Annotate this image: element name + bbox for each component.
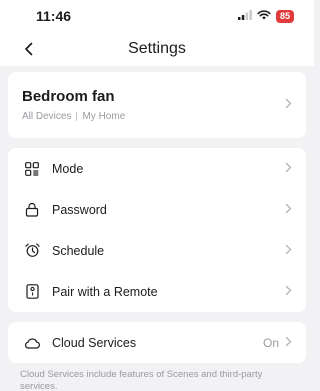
device-location: All Devices My Home xyxy=(22,111,125,122)
device-name: Bedroom fan xyxy=(22,88,115,105)
page-title: Settings xyxy=(128,40,186,57)
chevron-right-icon xyxy=(285,203,292,217)
chevron-right-icon xyxy=(285,98,292,112)
chevron-right-icon xyxy=(285,336,292,350)
settings-menu: Mode Password Schedule Pair with a Remot… xyxy=(8,148,306,312)
signal-icon xyxy=(237,7,252,25)
chevron-left-icon xyxy=(25,42,33,56)
remote-icon xyxy=(24,284,40,300)
location-divider xyxy=(76,112,78,121)
menu-item-cloud-services[interactable]: Cloud Services On xyxy=(8,322,306,363)
back-button[interactable] xyxy=(20,40,38,58)
menu-item-schedule[interactable]: Schedule xyxy=(8,230,306,271)
menu-item-label: Schedule xyxy=(52,243,105,258)
chevron-right-icon xyxy=(285,285,292,299)
menu-item-password[interactable]: Password xyxy=(8,189,306,230)
chevron-right-icon xyxy=(285,244,292,258)
cloud-icon xyxy=(24,335,40,351)
menu-item-label: Mode xyxy=(52,161,84,176)
lock-icon xyxy=(24,202,40,218)
grid-list-icon xyxy=(24,161,40,177)
battery-icon: 85 xyxy=(275,9,294,23)
device-card[interactable]: Bedroom fan All Devices My Home xyxy=(8,72,306,138)
menu-item-label: Password xyxy=(52,202,107,217)
status-time: 11:46 xyxy=(36,8,72,24)
device-location-secondary: My Home xyxy=(82,111,126,122)
menu-item-label: Pair with a Remote xyxy=(52,284,158,299)
menu-item-label: Cloud Services xyxy=(52,335,137,350)
navigation-bar: Settings xyxy=(0,32,314,66)
cloud-services-status: On xyxy=(262,335,279,350)
cloud-services-card: Cloud Services On xyxy=(8,322,306,363)
chevron-right-icon xyxy=(285,162,292,176)
cloud-services-note: Cloud Services include features of Scene… xyxy=(20,369,263,391)
alarm-clock-icon xyxy=(24,243,40,259)
device-location-primary: All Devices xyxy=(22,111,72,122)
wifi-icon xyxy=(257,7,271,25)
status-bar: 11:46 85 xyxy=(0,0,314,32)
device-info: Bedroom fan All Devices My Home xyxy=(22,88,125,122)
menu-item-mode[interactable]: Mode xyxy=(8,148,306,189)
status-icons: 85 xyxy=(237,7,294,25)
menu-item-pair-remote[interactable]: Pair with a Remote xyxy=(8,271,306,312)
